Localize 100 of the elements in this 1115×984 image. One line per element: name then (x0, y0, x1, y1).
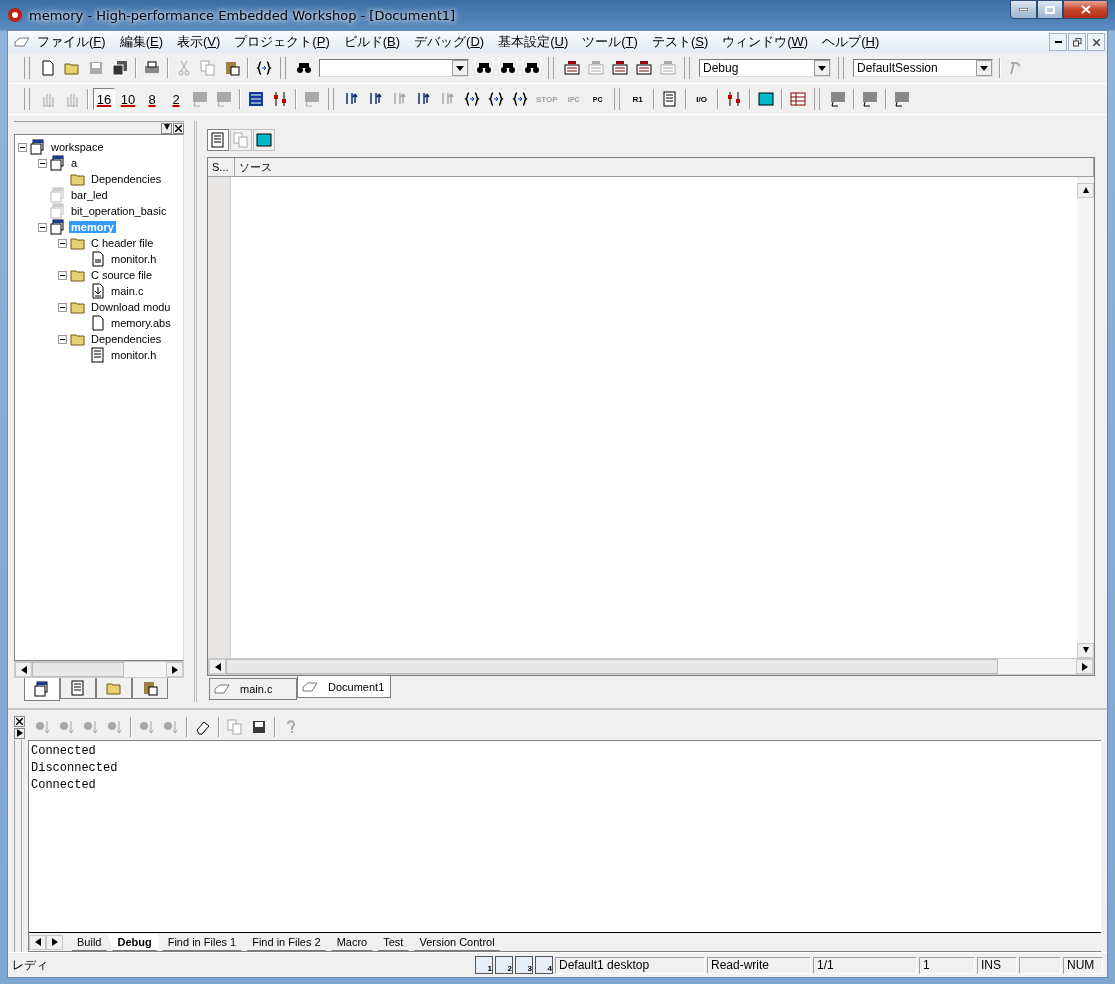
radix-button[interactable]: 8 (141, 88, 163, 110)
project-icon (50, 155, 66, 171)
caret-icon (456, 65, 464, 71)
panel-icon (192, 91, 208, 107)
scroll-left-button[interactable] (209, 659, 226, 674)
menu-item[interactable]: ヘルプ(H) (815, 31, 887, 53)
dropdown[interactable] (319, 59, 469, 77)
window-icon (829, 91, 846, 107)
menu-item[interactable]: ビルド(B) (336, 31, 408, 53)
status-pane: 1 (919, 956, 975, 974)
menu-item[interactable]: デバッグ(D) (407, 31, 492, 53)
tree-item[interactable]: C header file (89, 237, 156, 249)
close-button[interactable] (173, 122, 184, 134)
radix-button[interactable]: 16 (93, 88, 115, 110)
document-tab[interactable]: main.c (209, 678, 297, 700)
tree-item[interactable]: main.c (109, 285, 146, 297)
minus-icon (60, 272, 65, 278)
collapse-toggle[interactable] (58, 270, 67, 280)
right-arrow-icon (171, 665, 178, 674)
menu-item[interactable]: ウィンドウ(W) (715, 31, 816, 53)
pane-grip[interactable] (14, 740, 22, 952)
workspace-tab[interactable] (24, 678, 60, 701)
scroll-right-button[interactable] (166, 662, 183, 677)
tag-icon (106, 680, 122, 696)
scroll-left-button[interactable] (15, 662, 32, 677)
dropdown[interactable]: DefaultSession (853, 59, 993, 77)
tree-item[interactable]: bit_operation_basic (69, 205, 169, 217)
editor-view-button[interactable] (207, 129, 229, 151)
copy-icon (227, 719, 243, 735)
collapse-toggle[interactable] (58, 302, 67, 312)
menu-item[interactable]: 表示(V) (170, 31, 228, 53)
status-pane: Default1 desktop (555, 956, 705, 974)
tree-item[interactable]: monitor.h (109, 349, 159, 361)
close-button[interactable] (1063, 0, 1108, 19)
expand-button[interactable] (14, 727, 25, 739)
desktop-button[interactable]: 4 (535, 956, 553, 974)
down-arrow-icon (1082, 646, 1089, 655)
collapse-toggle[interactable] (38, 158, 47, 168)
menu-item[interactable]: 編集(E) (112, 31, 170, 53)
maximize-button[interactable] (1037, 0, 1063, 19)
menu-item[interactable]: ファイル(F) (30, 31, 113, 53)
cut-icon (176, 60, 192, 76)
monitor-icon (757, 91, 774, 107)
toolbar-button[interactable]: R1 (626, 88, 649, 110)
tree-item[interactable]: C source file (89, 269, 155, 281)
collapse-toggle[interactable] (58, 334, 67, 344)
scroll-right-button[interactable] (46, 934, 63, 950)
tree-item[interactable]: Dependencies (89, 333, 164, 345)
document-tab[interactable]: Document1 (297, 676, 392, 698)
status-pane: INS (977, 956, 1017, 974)
menu-item[interactable]: プロジェクト(P) (227, 31, 337, 53)
radix-button[interactable]: 10 (117, 88, 139, 110)
desktop-button[interactable]: 2 (495, 956, 513, 974)
desktop-button[interactable]: 3 (515, 956, 533, 974)
project-icon (34, 681, 50, 697)
tree-item[interactable]: bar_led (69, 189, 110, 201)
scroll-down-button[interactable] (1077, 643, 1094, 658)
restore-icon (1072, 37, 1082, 47)
eraser-icon (195, 719, 211, 735)
folder-icon (70, 331, 86, 347)
radix-button[interactable]: 2 (165, 88, 187, 110)
collapse-toggle[interactable] (18, 142, 27, 152)
pane-menu-button[interactable] (161, 122, 172, 134)
scroll-right-button[interactable] (1076, 659, 1093, 674)
collapse-toggle[interactable] (58, 238, 67, 248)
editor-view-button[interactable] (253, 129, 275, 151)
register-window-icon (725, 91, 742, 107)
desktop-button[interactable]: 1 (475, 956, 493, 974)
menu-item[interactable]: テスト(S) (644, 31, 716, 53)
output-line: Connected (31, 777, 97, 794)
tree-item[interactable]: Download modu (89, 301, 173, 313)
tree-item[interactable]: memory.abs (109, 317, 173, 329)
output-tab[interactable]: Debug (107, 933, 162, 951)
restore-button[interactable] (1068, 33, 1086, 51)
minimize-button[interactable] (1049, 33, 1067, 51)
menu-item[interactable]: ツール(T) (575, 31, 645, 53)
collapse-toggle[interactable] (38, 222, 47, 232)
horizontal-scrollbar[interactable] (14, 661, 184, 678)
menu-item[interactable]: 基本設定(U) (491, 31, 576, 53)
dropdown[interactable]: Debug (699, 59, 831, 77)
column-header: ソース (235, 158, 1094, 176)
scroll-up-button[interactable] (1077, 183, 1094, 198)
status-message: レディ (12, 956, 48, 974)
tree-item[interactable]: a (69, 157, 80, 169)
close-button[interactable] (1087, 33, 1105, 51)
tree-item[interactable]: Dependencies (89, 173, 164, 185)
tree-item[interactable]: workspace (49, 141, 106, 153)
horizontal-scrollbar[interactable] (208, 658, 1094, 675)
tree-item[interactable]: monitor.h (109, 253, 159, 265)
scroll-left-button[interactable] (29, 934, 46, 950)
toolbar-button[interactable]: I/O (690, 88, 713, 110)
workspace-tab[interactable] (60, 678, 96, 699)
vertical-scrollbar[interactable] (1077, 177, 1094, 658)
document-menu-icon[interactable] (14, 37, 30, 47)
close-button[interactable] (14, 715, 25, 727)
workspace-tab[interactable] (132, 678, 168, 699)
minimize-button[interactable] (1010, 0, 1037, 19)
minus-icon (40, 224, 45, 230)
minus-icon (60, 240, 65, 246)
output-line: Disconnected (31, 760, 119, 777)
